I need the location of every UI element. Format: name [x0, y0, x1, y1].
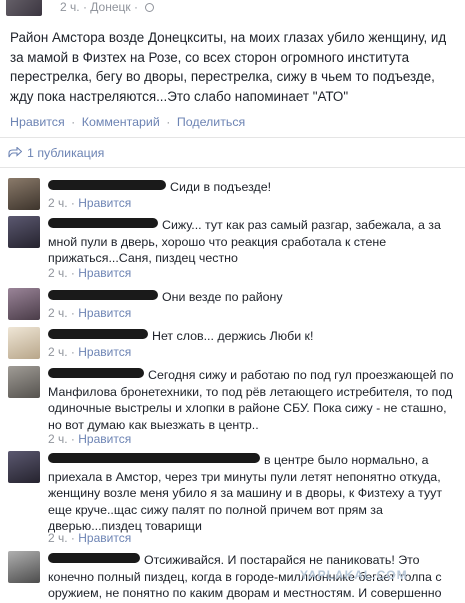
commenter-name-redacted[interactable] [48, 180, 166, 190]
commenter-avatar[interactable] [8, 451, 40, 483]
commenter-avatar[interactable] [8, 327, 40, 359]
comment-meta: 2 ч. · Нравится [48, 306, 132, 320]
comment-text: Нет слов... держись Люби к! [152, 329, 314, 343]
comment-link[interactable]: Комментарий [82, 115, 160, 129]
comment-like-link[interactable]: Нравится [78, 196, 131, 210]
action-separator: · [166, 115, 171, 129]
divider [0, 167, 465, 168]
commenter-name-redacted[interactable] [48, 453, 260, 463]
comment-text: Они везде по району [162, 290, 283, 304]
comment-like-link[interactable]: Нравится [78, 306, 131, 320]
comment-body: Сегодня сижу и работаю по под гул проезж… [48, 367, 460, 433]
comment-like-link[interactable]: Нравится [78, 432, 131, 446]
comment-like-link[interactable]: Нравится [78, 266, 131, 280]
share-link[interactable]: Поделиться [177, 115, 245, 129]
comment-body: Они везде по району [48, 289, 460, 306]
commenter-name-redacted[interactable] [48, 368, 144, 378]
share-icon [8, 147, 22, 158]
post-location[interactable]: Донецк [90, 0, 130, 14]
comment-text: Сиди в подъезде! [170, 180, 272, 194]
meta-separator: · [82, 0, 87, 14]
commenter-name-redacted[interactable] [48, 553, 140, 563]
post-time[interactable]: 2 ч. [60, 0, 80, 14]
commenter-avatar[interactable] [8, 366, 40, 398]
meta-separator-2: · [133, 0, 138, 14]
post-header: 2 ч. · Донецк · [0, 0, 465, 18]
commenter-name-redacted[interactable] [48, 218, 158, 228]
post-meta: 2 ч. · Донецк · [60, 0, 155, 14]
divider [0, 137, 465, 138]
shares-row[interactable]: 1 публикация [8, 146, 104, 160]
action-separator: · [71, 115, 76, 129]
commenter-avatar[interactable] [8, 288, 40, 320]
comment-time[interactable]: 2 ч. [48, 531, 68, 545]
comment-text: в центре было нормально, а приехала в Ам… [48, 453, 443, 533]
comment-like-link[interactable]: Нравится [78, 345, 131, 359]
like-link[interactable]: Нравится [10, 115, 65, 129]
globe-icon[interactable] [145, 3, 155, 12]
comment-meta: 2 ч. · Нравится [48, 196, 132, 210]
comment-body: Сижу... тут как раз самый разгар, забежа… [48, 217, 460, 267]
comment-time[interactable]: 2 ч. [48, 432, 68, 446]
comment-time[interactable]: 2 ч. [48, 196, 68, 210]
comment-like-link[interactable]: Нравится [78, 531, 131, 545]
commenter-avatar[interactable] [8, 216, 40, 248]
comment-body: Нет слов... держись Люби к! [48, 328, 460, 345]
post-actions: Нравится · Комментарий · Поделиться [10, 115, 245, 129]
comment-body: Сиди в подъезде! [48, 179, 460, 196]
commenter-name-redacted[interactable] [48, 329, 148, 339]
author-avatar[interactable] [6, 0, 42, 16]
commenter-avatar[interactable] [8, 178, 40, 210]
shares-count[interactable]: 1 публикация [27, 146, 104, 160]
comment-meta: 2 ч. · Нравится [48, 345, 132, 359]
comment-time[interactable]: 2 ч. [48, 345, 68, 359]
comment-meta: 2 ч. · Нравится [48, 266, 132, 280]
commenter-avatar[interactable] [8, 551, 40, 583]
post-text: Район Амстора возде Донецкситы, на моих … [10, 30, 447, 104]
comment-time[interactable]: 2 ч. [48, 306, 68, 320]
watermark: YAPLAKAL.COM [300, 568, 408, 582]
comment-body: в центре было нормально, а приехала в Ам… [48, 452, 460, 535]
commenter-name-redacted[interactable] [48, 290, 158, 300]
comment-meta: 2 ч. · Нравится [48, 531, 132, 545]
comment-meta: 2 ч. · Нравится [48, 432, 132, 446]
comment-time[interactable]: 2 ч. [48, 266, 68, 280]
